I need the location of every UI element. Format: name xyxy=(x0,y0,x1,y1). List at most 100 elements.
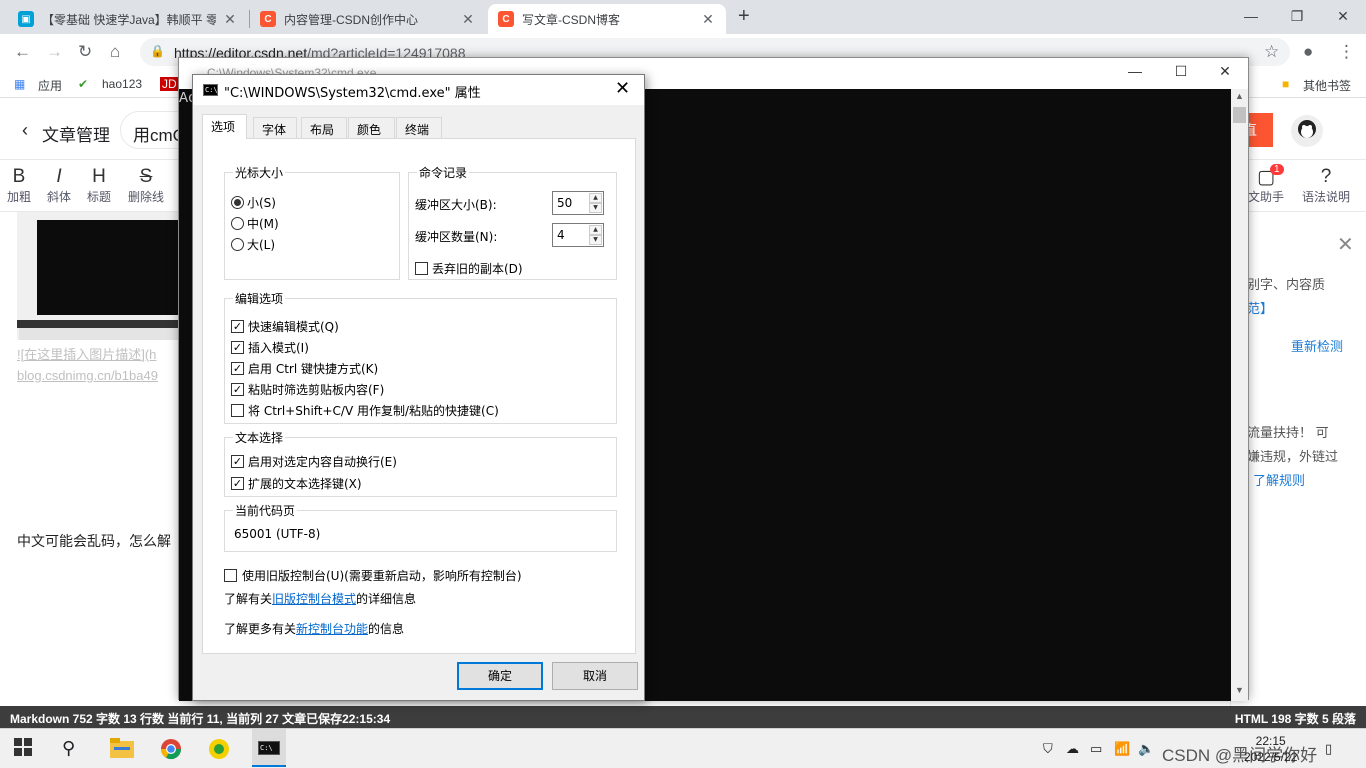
buffer-count-stepper[interactable]: 4 ▲ ▼ xyxy=(552,223,604,247)
close-window-icon[interactable]: ✕ xyxy=(1320,0,1366,32)
tab-terminal[interactable]: 终端 xyxy=(396,117,442,138)
close-tab-icon[interactable]: ✕ xyxy=(700,11,716,28)
scroll-thumb[interactable] xyxy=(1233,107,1246,123)
bookmark-hao123[interactable]: hao123 xyxy=(102,77,142,91)
line-wrap-selection-checkbox[interactable]: ✓ 启用对选定内容自动换行(E) xyxy=(231,453,397,470)
cancel-button[interactable]: 取消 xyxy=(552,662,638,690)
bold-icon: B xyxy=(12,166,26,187)
editor-line: blog.csdnimg.cn/b1ba49 xyxy=(17,368,158,383)
browser-tab-3[interactable]: C 写文章-CSDN博客 ✕ xyxy=(488,4,726,34)
ctrl-shift-cv-checkbox[interactable]: 将 Ctrl+Shift+C/V 用作复制/粘贴的快捷键(C) xyxy=(231,402,499,419)
close-tab-icon[interactable]: ✕ xyxy=(460,11,476,28)
checkbox-icon xyxy=(231,404,244,417)
insert-mode-checkbox[interactable]: ✓ 插入模式(I) xyxy=(231,339,309,356)
syntax-help-button[interactable]: ? 语法说明 xyxy=(1302,166,1350,205)
scroll-up-icon[interactable]: ▲ xyxy=(1231,91,1248,101)
forward-icon[interactable]: → xyxy=(46,42,63,62)
cmd-taskbar-icon[interactable]: C:\ xyxy=(252,729,286,767)
console-scrollbar[interactable]: ▲ ▼ xyxy=(1231,89,1248,701)
minimize-icon[interactable]: — xyxy=(1228,0,1274,32)
reload-icon[interactable]: ↻ xyxy=(78,42,92,62)
legacy-mode-link[interactable]: 旧版控制台模式 xyxy=(272,590,356,607)
bookmark-jd[interactable]: JD xyxy=(160,77,179,91)
restore-icon[interactable]: ❐ xyxy=(1274,0,1320,32)
spin-up-icon[interactable]: ▲ xyxy=(589,193,602,203)
wifi-icon[interactable]: 📶 xyxy=(1114,741,1130,757)
tab-colors[interactable]: 颜色 xyxy=(348,117,395,138)
codepage-group: 当前代码页 65001 (UTF-8) xyxy=(224,502,617,552)
bookmark-apps[interactable]: 应用 xyxy=(38,77,62,94)
assistant-button[interactable]: ▢ 1 文助手 xyxy=(1248,164,1284,205)
close-icon[interactable]: ✕ xyxy=(1202,63,1248,80)
search-icon[interactable]: ⚲ xyxy=(62,738,86,760)
browser-tab-2[interactable]: C 内容管理-CSDN创作中心 ✕ xyxy=(250,4,486,34)
app-icon[interactable] xyxy=(208,738,232,760)
help-icon: ? xyxy=(1320,166,1332,187)
editor-statusbar: Markdown 752 字数 13 行数 当前行 11, 当前列 27 文章已… xyxy=(0,706,1366,728)
bold-button[interactable]: B 加粗 xyxy=(7,166,31,205)
ctrl-shortcuts-checkbox[interactable]: ✓ 启用 Ctrl 键快捷方式(K) xyxy=(231,360,378,377)
battery-icon[interactable]: ▭ xyxy=(1090,741,1102,757)
article-manage-link[interactable]: 文章管理 xyxy=(42,121,110,146)
spin-down-icon[interactable]: ▼ xyxy=(589,235,602,245)
scroll-down-icon[interactable]: ▼ xyxy=(1231,685,1248,695)
bookmark-star-icon[interactable]: ☆ xyxy=(1264,42,1279,62)
tab-options[interactable]: 选项 xyxy=(202,114,247,139)
csdn-icon: C xyxy=(260,11,276,27)
file-explorer-icon[interactable] xyxy=(110,738,134,760)
tab-font[interactable]: 字体 xyxy=(253,117,297,138)
cloud-icon[interactable]: ☁ xyxy=(1066,741,1079,757)
spin-down-icon[interactable]: ▼ xyxy=(589,203,602,213)
radio-cursor-large[interactable]: 大(L) xyxy=(231,236,275,253)
extended-selection-keys-checkbox[interactable]: ✓ 扩展的文本选择键(X) xyxy=(231,475,362,492)
legacy-console-checkbox[interactable]: 使用旧版控制台(U)(需要重新启动，影响所有控制台) xyxy=(224,567,522,584)
maximize-icon[interactable]: ☐ xyxy=(1158,63,1204,80)
rules-link[interactable]: 了解规则 xyxy=(1253,470,1305,489)
group-label: 编辑选项 xyxy=(233,290,286,307)
profile-icon[interactable]: ● xyxy=(1303,42,1313,62)
volume-icon[interactable]: 🔈 xyxy=(1138,741,1154,757)
side-link[interactable]: 范】 xyxy=(1247,298,1273,317)
notification-icon[interactable]: ▯ xyxy=(1325,741,1332,757)
home-icon[interactable]: ⌂ xyxy=(110,42,120,62)
system-clock[interactable]: 22:15 2022/5/22 xyxy=(1244,733,1297,765)
bilibili-icon: ▣ xyxy=(18,11,34,27)
apps-icon[interactable]: ▦ xyxy=(14,77,25,91)
buffer-size-stepper[interactable]: 50 ▲ ▼ xyxy=(552,191,604,215)
checkbox-checked-icon: ✓ xyxy=(231,477,244,490)
back-icon[interactable]: ← xyxy=(14,42,31,62)
quick-edit-checkbox[interactable]: ✓ 快速编辑模式(Q) xyxy=(231,318,339,335)
browser-tab-1[interactable]: ▣ 【零基础 快速学Java】韩顺平 零 ✕ xyxy=(8,4,248,34)
buffer-size-label: 缓冲区大小(B): xyxy=(415,198,497,212)
buffer-size-value[interactable]: 50 xyxy=(557,196,572,210)
security-icon[interactable]: ⛉ xyxy=(1043,741,1053,757)
spin-up-icon[interactable]: ▲ xyxy=(589,225,602,235)
ok-button[interactable]: 确定 xyxy=(457,662,543,690)
other-bookmarks[interactable]: 其他书签 xyxy=(1303,77,1351,94)
heading-button[interactable]: H 标题 xyxy=(87,166,111,205)
close-icon[interactable]: ✕ xyxy=(1337,232,1354,257)
new-tab-icon[interactable]: + xyxy=(738,5,750,28)
browser-tabstrip: ▣ 【零基础 快速学Java】韩顺平 零 ✕ C 内容管理-CSDN创作中心 ✕… xyxy=(0,0,1366,34)
discard-old-checkbox[interactable]: 丢弃旧的副本(D) xyxy=(415,260,523,277)
strikethrough-button[interactable]: S 删除线 xyxy=(128,166,164,205)
menu-icon[interactable]: ⋮ xyxy=(1338,42,1355,62)
chrome-icon[interactable] xyxy=(160,738,184,760)
windows-start-icon[interactable] xyxy=(14,738,38,760)
avatar[interactable] xyxy=(1291,115,1323,147)
back-arrow-icon[interactable]: ‹ xyxy=(22,120,28,141)
italic-button[interactable]: I 斜体 xyxy=(47,166,71,205)
csdn-icon: C xyxy=(498,11,514,27)
minimize-icon[interactable]: — xyxy=(1112,63,1158,79)
codepage-value: 65001 (UTF-8) xyxy=(234,527,321,541)
radio-cursor-small[interactable]: 小(S) xyxy=(231,194,276,211)
close-tab-icon[interactable]: ✕ xyxy=(222,11,238,28)
radio-cursor-medium[interactable]: 中(M) xyxy=(231,215,279,232)
buffer-count-value[interactable]: 4 xyxy=(557,228,565,242)
new-features-link[interactable]: 新控制台功能 xyxy=(296,620,368,637)
tab-layout[interactable]: 布局 xyxy=(301,117,347,138)
dialog-close-icon[interactable]: ✕ xyxy=(615,78,630,99)
recheck-link[interactable]: 重新检测 xyxy=(1291,336,1343,355)
dialog-titlebar[interactable]: C:\ "C:\WINDOWS\System32\cmd.exe" 属性 ✕ xyxy=(193,75,644,105)
filter-paste-checkbox[interactable]: ✓ 粘贴时筛选剪贴板内容(F) xyxy=(231,381,384,398)
